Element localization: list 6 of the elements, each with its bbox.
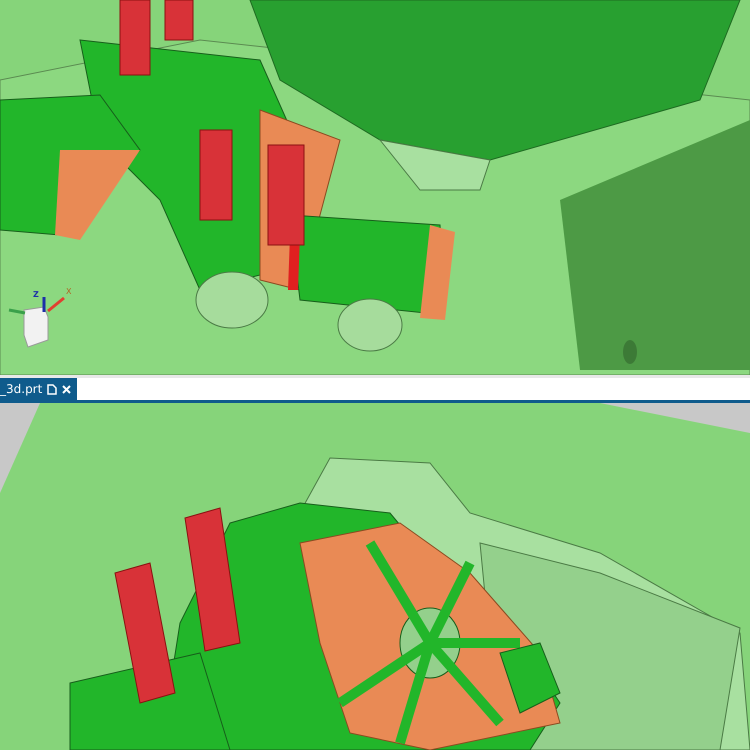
axis-label: Z xyxy=(33,290,39,299)
tab-label: _3d.prt xyxy=(0,382,42,396)
document-tab[interactable]: _3d.prt xyxy=(0,378,78,400)
axis-label: X xyxy=(66,287,72,296)
close-icon[interactable] xyxy=(62,384,72,394)
document-icon[interactable] xyxy=(47,384,58,394)
